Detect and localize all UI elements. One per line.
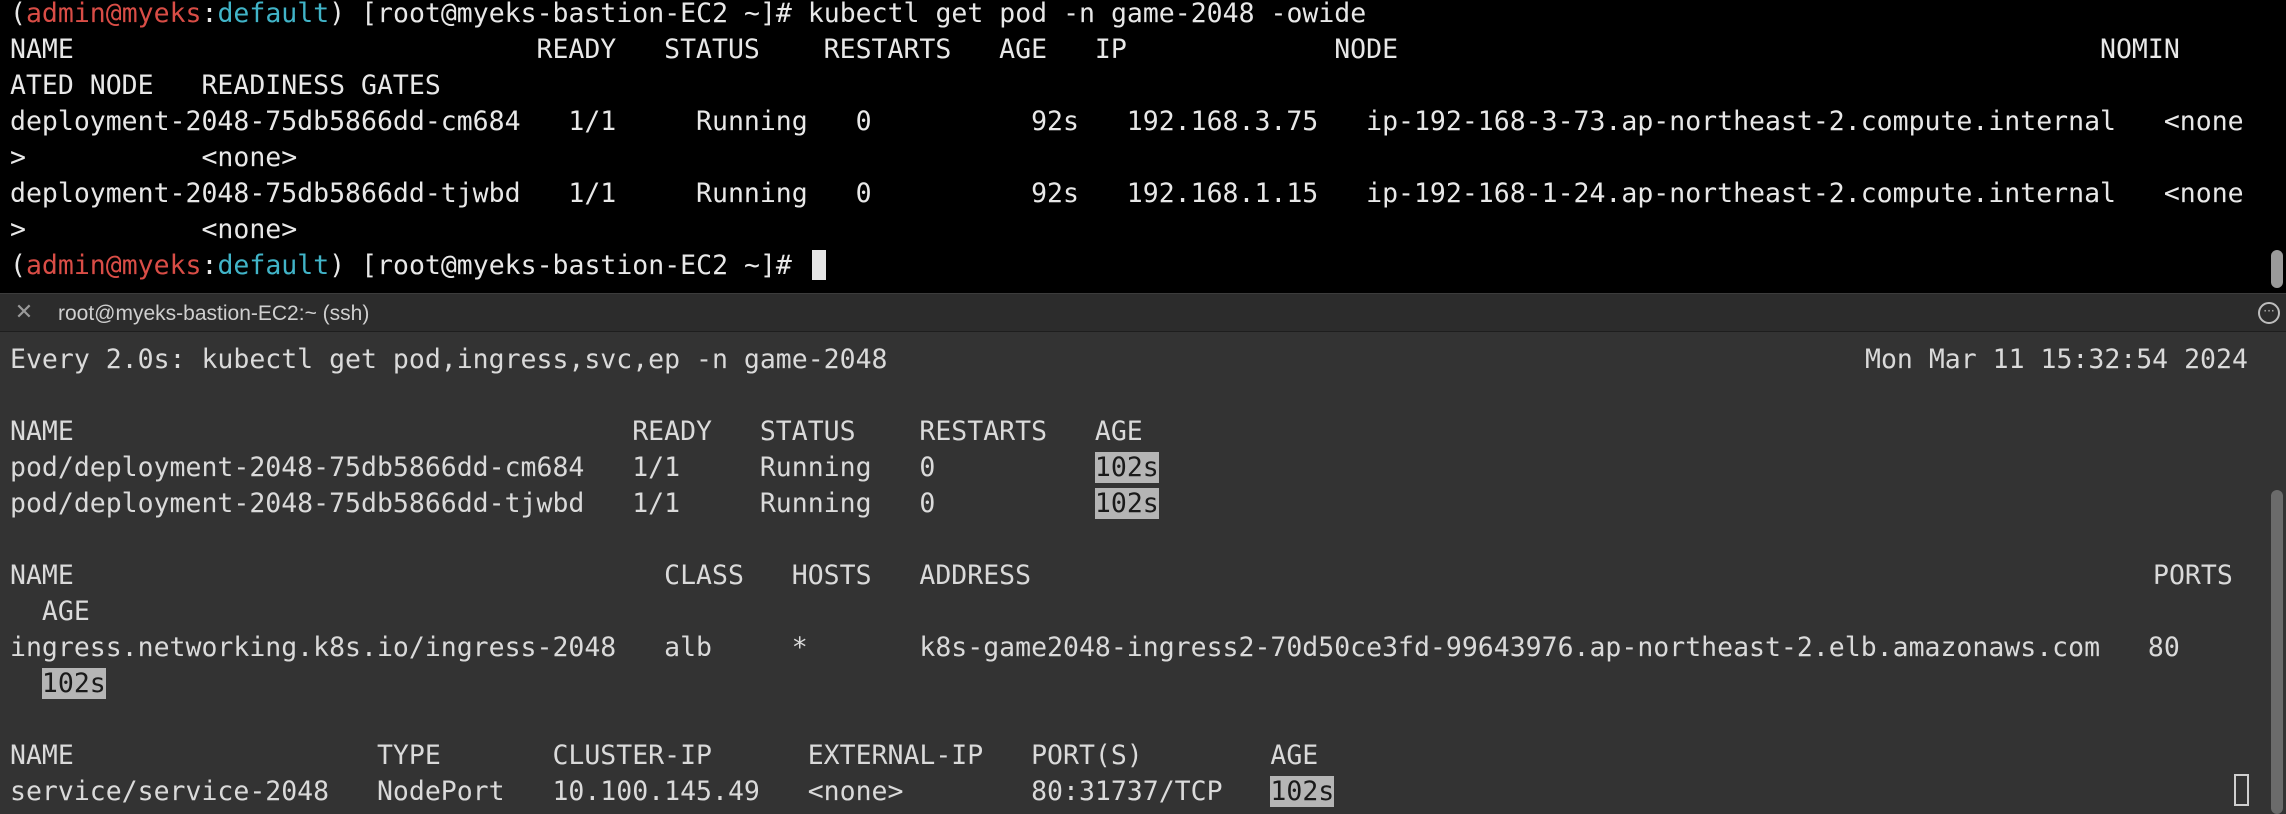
- prompt-host: [root@myeks-bastion-EC2 ~]#: [345, 250, 808, 281]
- pane-title[interactable]: root@myeks-bastion-EC2:~ (ssh): [58, 303, 369, 325]
- table-row-wrap: 102s: [10, 666, 106, 702]
- pod-table-header: NAME READY STATUS RESTARTS AGE: [10, 416, 1143, 447]
- age-highlight: 102s: [1094, 488, 1159, 519]
- pane-tab-bar: ✕ root@myeks-bastion-EC2:~ (ssh) ···: [0, 293, 2286, 332]
- prompt-paren-open: (: [10, 0, 26, 29]
- table-header: NAME READY STATUS RESTARTS AGE IP NODE N…: [10, 34, 2180, 65]
- watch-timestamp: Mon Mar 11 15:32:54 2024: [1865, 344, 2248, 375]
- table-row: pod/deployment-2048-75db5866dd-cm684 1/1…: [10, 450, 1159, 486]
- command-line: (admin@myeks:default) [root@myeks-bastio…: [10, 0, 1366, 32]
- prompt-at: @: [105, 250, 122, 281]
- prompt-paren-open: (: [10, 250, 26, 281]
- prompt-cluster: myeks: [121, 0, 202, 29]
- table-header-wrap: ATED NODE READINESS GATES: [10, 70, 441, 101]
- table-row: pod/deployment-2048-75db5866dd-tjwbd 1/1…: [10, 486, 1159, 522]
- svc-row-text: service/service-2048 NodePort 10.100.145…: [10, 776, 1271, 807]
- text-cursor: [811, 249, 826, 280]
- prompt-paren-close: ): [329, 0, 346, 29]
- table-row: deployment-2048-75db5866dd-tjwbd 1/1 Run…: [10, 178, 2244, 209]
- prompt-colon: :: [201, 0, 218, 29]
- close-icon[interactable]: ✕: [14, 302, 34, 324]
- inactive-cursor: [2234, 774, 2249, 806]
- prompt-namespace: default: [217, 250, 330, 281]
- pod-row-text: pod/deployment-2048-75db5866dd-cm684 1/1…: [10, 452, 1095, 483]
- prompt-cluster: myeks: [121, 250, 202, 281]
- terminal-pane-bottom[interactable]: Every 2.0s: kubectl get pod,ingress,svc,…: [0, 332, 2286, 814]
- scrollbar-top[interactable]: [2271, 250, 2283, 288]
- more-options-icon[interactable]: ···: [2258, 302, 2280, 324]
- prompt-colon: :: [201, 250, 218, 281]
- age-highlight: 102s: [41, 668, 106, 699]
- prompt-paren-close: ): [329, 250, 346, 281]
- age-highlight: 102s: [1094, 452, 1159, 483]
- command-text: kubectl get pod -n game-2048 -owide: [807, 0, 1367, 29]
- ingress-table-header: NAME CLASS HOSTS ADDRESS: [10, 560, 1032, 591]
- prompt-host: [root@myeks-bastion-EC2 ~]#: [345, 0, 808, 29]
- age-highlight: 102s: [1270, 776, 1335, 807]
- watch-command: Every 2.0s: kubectl get pod,ingress,svc,…: [10, 344, 888, 375]
- ingress-ports-header: PORTS: [2153, 560, 2233, 591]
- prompt-user: admin: [25, 0, 106, 29]
- table-row-wrap: > <none>: [10, 142, 298, 173]
- table-row: service/service-2048 NodePort 10.100.145…: [10, 774, 1335, 810]
- table-row: ingress.networking.k8s.io/ingress-2048 a…: [10, 632, 2180, 663]
- pod-row-text: pod/deployment-2048-75db5866dd-tjwbd 1/1…: [10, 488, 1095, 519]
- prompt-at: @: [105, 0, 122, 29]
- table-row-wrap: > <none>: [10, 214, 298, 245]
- prompt-user: admin: [25, 250, 106, 281]
- ingress-table-header-wrap: AGE: [10, 596, 90, 627]
- table-row: deployment-2048-75db5866dd-cm684 1/1 Run…: [10, 106, 2244, 137]
- scrollbar-bottom[interactable]: [2271, 490, 2283, 814]
- prompt-namespace: default: [217, 0, 330, 29]
- prompt-line[interactable]: (admin@myeks:default) [root@myeks-bastio…: [10, 248, 826, 284]
- terminal-pane-top[interactable]: (admin@myeks:default) [root@myeks-bastio…: [0, 0, 2286, 293]
- svc-table-header: NAME TYPE CLUSTER-IP EXTERNAL-IP PORT(S)…: [10, 740, 1319, 771]
